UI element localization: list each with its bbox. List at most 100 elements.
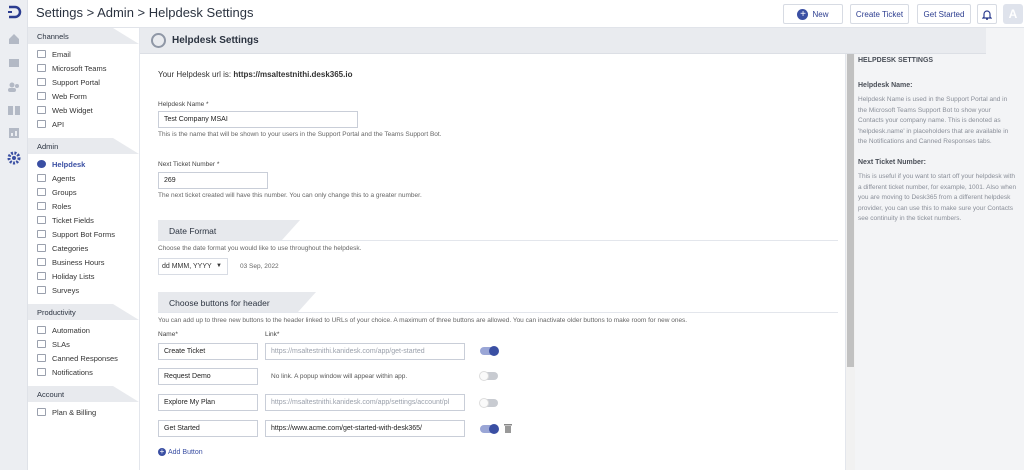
desk365-logo-icon[interactable] (6, 4, 22, 20)
sidebar-item-agents[interactable]: Agents (28, 171, 139, 185)
create-ticket-button[interactable]: Create Ticket (850, 4, 909, 24)
productivity-list: Automation SLAs Canned Responses Notific… (28, 320, 139, 382)
sidebar-item-label: Microsoft Teams (52, 63, 107, 73)
canned-responses-icon (37, 354, 46, 362)
settings-form: Your Helpdesk url is: https://msaltestni… (158, 70, 838, 456)
button-link-input[interactable]: https://msaltestnithi.kanidesk.com/app/g… (265, 343, 465, 360)
page-header: Helpdesk Settings (140, 28, 986, 54)
button-link-note: No link. A popup window will appear with… (271, 373, 408, 380)
envelope-icon (37, 50, 46, 58)
button-name-input[interactable]: Get Started (158, 420, 258, 437)
help-section-text: This is useful if you want to start off … (858, 173, 1017, 222)
sidebar-item-surveys[interactable]: Surveys (28, 283, 139, 297)
help-section-title: Helpdesk Name: (858, 81, 913, 89)
calendar-icon (37, 272, 46, 280)
sidebar-item-business-hours[interactable]: Business Hours (28, 255, 139, 269)
header-buttons-section: Choose buttons for header (158, 292, 316, 312)
clock-icon (37, 258, 46, 266)
link-column-header: Link* (265, 331, 280, 338)
sidebar-item-plan-billing[interactable]: Plan & Billing (28, 405, 139, 419)
toggle-knob (479, 371, 489, 381)
sidebar-item-label: Automation (52, 325, 90, 335)
new-button-label: New (812, 9, 829, 19)
sidebar-item-web-form[interactable]: Web Form (28, 89, 139, 103)
sidebar-item-label: Canned Responses (52, 353, 118, 363)
sidebar-item-label: Support Bot Forms (52, 229, 115, 239)
button-active-toggle[interactable] (479, 398, 498, 408)
bot-icon (37, 230, 46, 238)
sidebar-item-notifications[interactable]: Notifications (28, 365, 139, 379)
sidebar-item-helpdesk[interactable]: Helpdesk (28, 157, 139, 171)
new-button[interactable]: + New (783, 4, 843, 24)
sidebar-item-label: Agents (52, 173, 76, 183)
add-button-link[interactable]: + Add Button (158, 448, 203, 456)
scrollbar-thumb[interactable] (847, 54, 854, 367)
settings-gear-icon[interactable] (7, 151, 21, 165)
button-link-input[interactable]: https://msaltestnithi.kanidesk.com/app/s… (265, 394, 465, 411)
home-icon[interactable] (7, 32, 21, 46)
sidebar-item-label: Notifications (52, 367, 93, 377)
main-scrollbar[interactable] (846, 54, 855, 470)
button-active-toggle[interactable] (479, 371, 498, 381)
sidebar-item-label: Ticket Fields (52, 215, 94, 225)
notifications-button[interactable] (977, 4, 997, 24)
groups-icon (37, 188, 46, 196)
url-prefix: Your Helpdesk url is: (158, 70, 232, 79)
create-ticket-label: Create Ticket (855, 9, 904, 19)
tickets-icon[interactable] (7, 56, 21, 70)
button-name-input[interactable]: Explore My Plan (158, 394, 258, 411)
settings-sidebar: Channels Email Microsoft Teams Support P… (28, 28, 140, 470)
sidebar-item-web-widget[interactable]: Web Widget (28, 103, 139, 117)
divider (158, 312, 838, 313)
form-icon (37, 92, 46, 100)
contacts-icon[interactable] (7, 80, 21, 94)
sidebar-item-groups[interactable]: Groups (28, 185, 139, 199)
toggle-knob (489, 346, 499, 356)
sidebar-item-ticket-fields[interactable]: Ticket Fields (28, 213, 139, 227)
automation-icon (37, 326, 46, 334)
toggle-knob (479, 398, 489, 408)
user-avatar[interactable]: A (1003, 4, 1023, 24)
sidebar-item-microsoft-teams[interactable]: Microsoft Teams (28, 61, 139, 75)
account-section-title: Account (28, 386, 139, 402)
date-format-value: dd MMM, YYYY (162, 263, 212, 270)
icon-rail (0, 0, 28, 470)
get-started-label: Get Started (923, 9, 965, 19)
reports-icon[interactable] (7, 126, 21, 140)
sidebar-item-support-portal[interactable]: Support Portal (28, 75, 139, 89)
button-active-toggle[interactable] (480, 346, 499, 356)
bell-icon (982, 9, 992, 20)
help-section-text: Helpdesk Name is used in the Support Por… (858, 96, 1009, 145)
survey-icon (37, 286, 46, 294)
sidebar-item-roles[interactable]: Roles (28, 199, 139, 213)
trash-icon[interactable] (504, 423, 512, 433)
portal-icon (37, 78, 46, 86)
sidebar-item-support-bot-forms[interactable]: Support Bot Forms (28, 227, 139, 241)
sidebar-item-label: Helpdesk (52, 159, 86, 169)
sidebar-item-holiday-lists[interactable]: Holiday Lists (28, 269, 139, 283)
widget-icon (37, 106, 46, 114)
header-buttons-hint: You can add up to three new buttons to t… (158, 317, 688, 324)
sidebar-item-canned-responses[interactable]: Canned Responses (28, 351, 139, 365)
add-button-label: Add Button (168, 448, 203, 456)
sidebar-item-slas[interactable]: SLAs (28, 337, 139, 351)
button-name-input[interactable]: Create Ticket (158, 343, 258, 360)
sidebar-item-label: Web Widget (52, 105, 93, 115)
admin-list: Helpdesk Agents Groups Roles Ticket Fiel… (28, 154, 139, 300)
knowledge-base-icon[interactable] (7, 103, 21, 117)
get-started-button[interactable]: Get Started (917, 4, 971, 24)
next-ticket-input[interactable]: 269 (158, 172, 268, 189)
button-active-toggle[interactable] (480, 424, 499, 434)
bell-icon (37, 368, 46, 376)
teams-icon (37, 64, 46, 72)
date-format-select[interactable]: dd MMM, YYYY ▼ (158, 258, 228, 275)
helpdesk-url[interactable]: https://msaltestnithi.desk365.io (233, 70, 352, 79)
sidebar-item-categories[interactable]: Categories (28, 241, 139, 255)
button-link-input[interactable]: https://www.acme.com/get-started-with-de… (265, 420, 465, 437)
sidebar-item-api[interactable]: API (28, 117, 139, 131)
main-content: Helpdesk Settings Your Helpdesk url is: … (140, 28, 986, 470)
sidebar-item-automation[interactable]: Automation (28, 323, 139, 337)
helpdesk-name-input[interactable]: Test Company MSAI (158, 111, 358, 128)
sidebar-item-email[interactable]: Email (28, 47, 139, 61)
button-name-input[interactable]: Request Demo (158, 368, 258, 385)
